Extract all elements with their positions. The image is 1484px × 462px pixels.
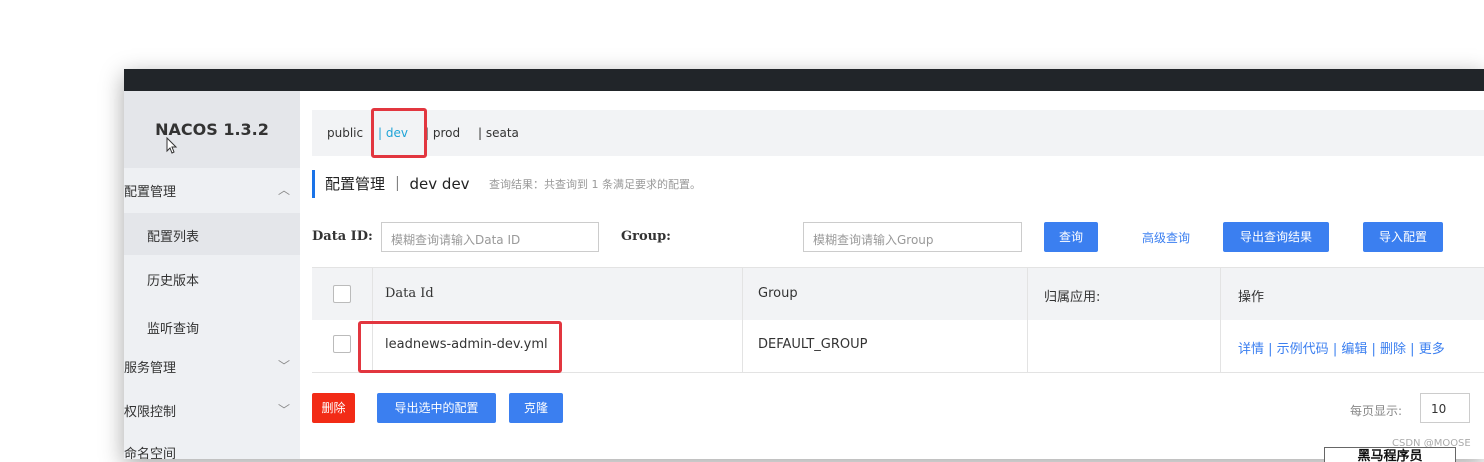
advanced-query-link[interactable]: 高级查询: [1142, 229, 1190, 246]
row-actions: 详情 | 示例代码 | 编辑 | 删除 | 更多: [1238, 338, 1445, 357]
menu-service-label: 服务管理: [124, 361, 177, 376]
main-content: public | dev | prod | seata 配置管理 ｜ dev d…: [300, 91, 1484, 459]
action-separator: |: [1268, 342, 1277, 357]
namespace-bar: public | dev | prod | seata: [312, 110, 1484, 156]
menu-auth-control[interactable]: 权限控制 ﹀: [124, 401, 300, 421]
sidebar: NACOS 1.3.2 配置管理 ︿ 配置列表 历史版本 监听查询 服务管理 ﹀…: [124, 91, 300, 459]
select-all-checkbox[interactable]: [333, 285, 351, 303]
top-navbar: [124, 69, 1484, 91]
page-size-label: 每页显示:: [1350, 404, 1403, 418]
menu-config-label: 配置管理: [124, 185, 177, 200]
column-header-dataid: Data Id: [385, 286, 434, 301]
namespace-prod[interactable]: | prod: [425, 126, 460, 140]
sidebar-item-config-list[interactable]: 配置列表: [124, 213, 300, 255]
chevron-down-icon: ﹀: [277, 359, 290, 373]
dataid-label: Data ID:: [312, 229, 373, 244]
brand-title: NACOS 1.3.2: [155, 120, 269, 139]
mouse-cursor-icon: [166, 137, 178, 154]
highlight-box-dataid: [358, 321, 562, 373]
namespace-public[interactable]: public: [327, 126, 363, 140]
row-checkbox[interactable]: [333, 335, 351, 353]
page-title: 配置管理 ｜ dev dev: [325, 175, 470, 193]
menu-namespace[interactable]: 命名空间: [124, 443, 300, 459]
query-result-text: 查询结果：共查询到 1 条满足要求的配置。: [489, 178, 701, 191]
column-header-actions: 操作: [1238, 290, 1265, 305]
page-size-select[interactable]: 10: [1420, 393, 1470, 423]
action-separator: |: [1410, 342, 1419, 357]
row-group: DEFAULT_GROUP: [758, 337, 868, 352]
column-divider: [1220, 268, 1221, 372]
export-selected-button[interactable]: 导出选中的配置: [377, 393, 496, 423]
menu-namespace-label: 命名空间: [124, 447, 177, 459]
action-sample-code-link[interactable]: 示例代码: [1277, 342, 1329, 357]
highlight-box-namespace: [371, 108, 427, 158]
column-divider: [742, 268, 743, 372]
import-config-button[interactable]: 导入配置: [1363, 222, 1443, 252]
action-detail-link[interactable]: 详情: [1238, 342, 1264, 357]
sidebar-item-history[interactable]: 历史版本: [124, 261, 300, 291]
action-more-link[interactable]: 更多: [1419, 342, 1445, 357]
group-label: Group:: [621, 229, 671, 244]
sidebar-item-label: 配置列表: [147, 230, 200, 245]
export-results-button[interactable]: 导出查询结果: [1223, 222, 1329, 252]
sidebar-item-listener[interactable]: 监听查询: [124, 309, 300, 339]
clone-button[interactable]: 克隆: [509, 393, 563, 423]
action-edit-link[interactable]: 编辑: [1341, 342, 1367, 357]
nacos-window: NACOS 1.3.2 配置管理 ︿ 配置列表 历史版本 监听查询 服务管理 ﹀…: [124, 69, 1484, 459]
page-title-bar: 配置管理 ｜ dev dev 查询结果：共查询到 1 条满足要求的配置。: [312, 170, 701, 198]
menu-config-management[interactable]: 配置管理 ︿: [124, 181, 300, 201]
logo-stamp: 黑马程序员: [1324, 447, 1456, 462]
chevron-down-icon: ﹀: [277, 403, 290, 417]
delete-button[interactable]: 删除: [312, 393, 355, 423]
sidebar-item-label: 历史版本: [147, 274, 200, 289]
column-header-group: Group: [758, 286, 798, 301]
brand-area: NACOS 1.3.2: [124, 91, 300, 168]
column-divider: [1027, 268, 1028, 372]
dataid-input[interactable]: 模糊查询请输入Data ID: [381, 222, 599, 252]
table-header: Data Id Group 归属应用: 操作: [312, 268, 1484, 320]
sidebar-item-label: 监听查询: [147, 322, 200, 337]
column-header-app: 归属应用:: [1044, 290, 1101, 305]
namespace-seata[interactable]: | seata: [478, 126, 519, 140]
chevron-up-icon: ︿: [277, 183, 290, 197]
action-separator: |: [1371, 342, 1381, 357]
action-delete-link[interactable]: 删除: [1380, 342, 1406, 357]
menu-auth-label: 权限控制: [124, 405, 177, 420]
menu-service-management[interactable]: 服务管理 ﹀: [124, 357, 300, 377]
group-input[interactable]: 模糊查询请输入Group: [803, 222, 1022, 252]
query-button[interactable]: 查询: [1044, 222, 1098, 252]
